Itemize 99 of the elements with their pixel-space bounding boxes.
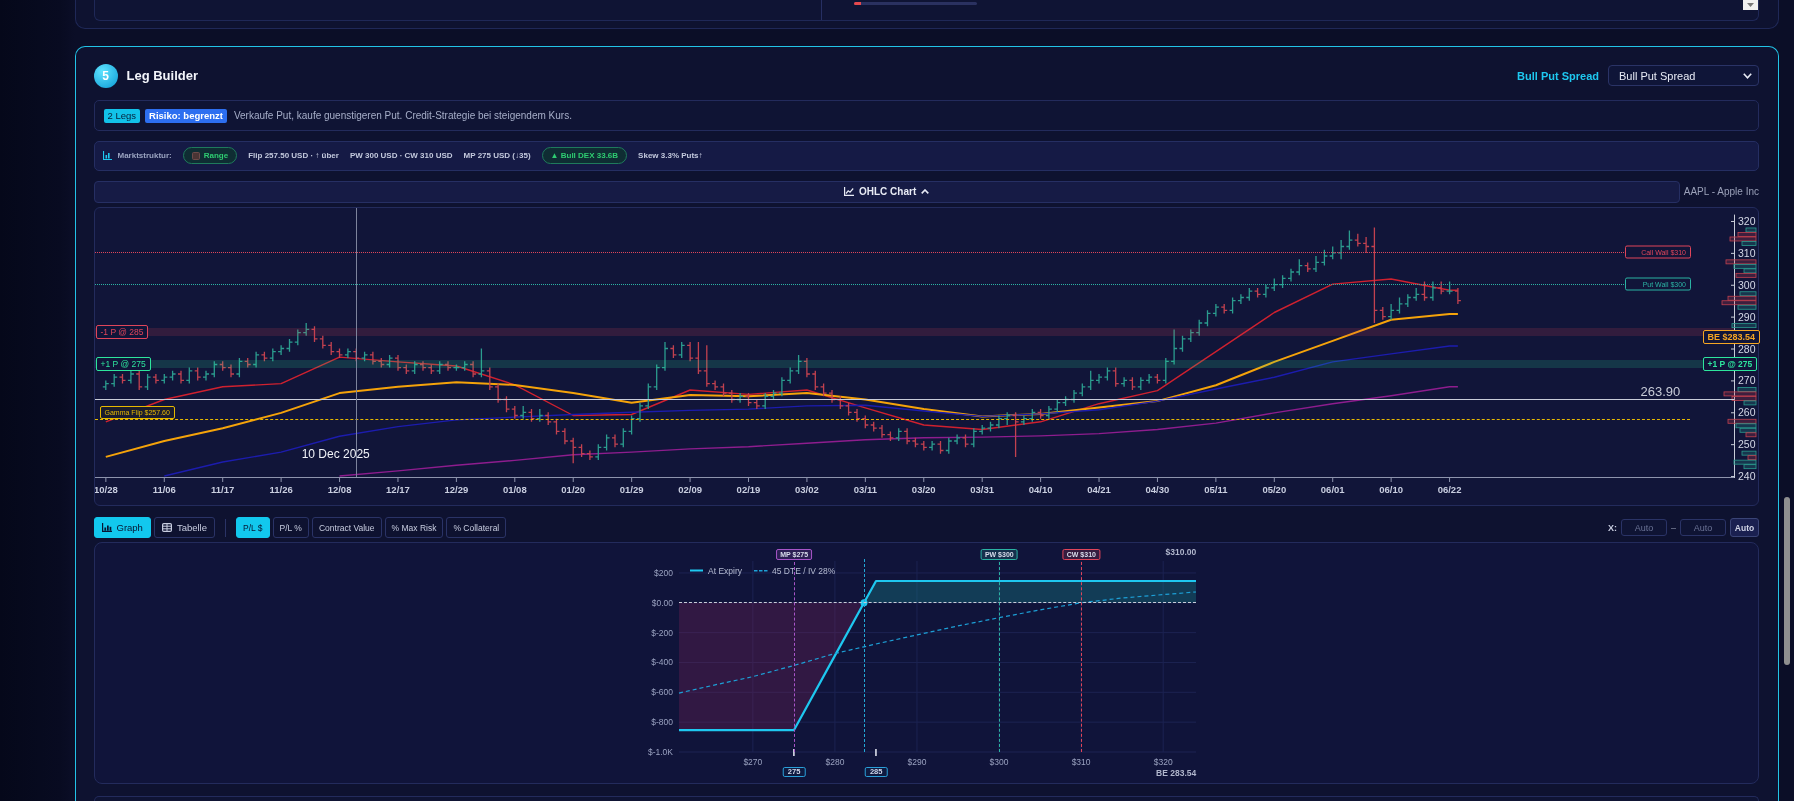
market-stat: PW 300 USD · CW 310 USD xyxy=(349,151,453,160)
y-axis-label: $-800 xyxy=(651,716,674,727)
legend-label: At Expiry xyxy=(708,565,743,575)
ohlc-chart-toggle[interactable]: OHLC Chart xyxy=(93,180,1680,203)
tick-mark-icon xyxy=(793,748,795,756)
strategy-label: Bull Put Spread xyxy=(1517,69,1599,82)
price-note: $310.00 xyxy=(1165,546,1197,557)
chevron-down-icon xyxy=(1743,72,1752,79)
legs-badge: 2 Legs xyxy=(103,108,141,123)
x-axis-label: $290 xyxy=(907,756,927,767)
x-max-field[interactable]: Auto xyxy=(1680,519,1726,536)
crosshair-date-label: 10 Dec 2025 xyxy=(301,446,370,461)
date-label: 11/26 xyxy=(269,483,293,495)
date-label: 05/11 xyxy=(1203,483,1227,495)
date-label: 05/20 xyxy=(1261,483,1286,495)
metric-tab[interactable]: % Collateral xyxy=(446,517,507,538)
metric-tab[interactable]: % Max Risk xyxy=(384,517,444,538)
strategy-select[interactable]: Bull Put Spread xyxy=(1608,65,1759,86)
range-separator: – xyxy=(1671,522,1676,533)
price-label: 280 xyxy=(1737,342,1756,354)
price-label: 240 xyxy=(1737,469,1756,482)
x-axis-label: $320 xyxy=(1153,756,1173,767)
square-icon xyxy=(191,151,200,160)
breakeven-dot-icon xyxy=(860,598,868,606)
date-label: 02/19 xyxy=(736,483,760,495)
risk-badge: Risiko: begrenzt xyxy=(145,108,227,123)
price-label: 300 xyxy=(1737,278,1756,291)
legend-dash-icon xyxy=(754,569,768,571)
date-label: 04/10 xyxy=(1028,483,1052,495)
x-axis-label: $310 xyxy=(1071,756,1091,767)
view-tab[interactable]: Graph xyxy=(93,517,151,538)
position-label: +1 P @ 275 xyxy=(95,356,151,371)
y-axis-label: $-200 xyxy=(651,627,674,638)
date-label: 12/08 xyxy=(327,483,351,495)
last-price-label: 263.90 xyxy=(1640,384,1681,400)
bar-chart-icon xyxy=(102,151,112,160)
date-label: 03/11 xyxy=(853,483,877,495)
x-axis-label: $270 xyxy=(743,756,763,767)
date-label: 04/30 xyxy=(1145,483,1169,495)
legend-label: 45 DTE / IV 28% xyxy=(772,565,836,575)
metric-tab[interactable]: P/L % xyxy=(272,517,309,538)
breakeven-tag: BE $283.54 xyxy=(1702,329,1761,344)
legend-line-icon xyxy=(690,569,704,571)
date-label: 01/20 xyxy=(560,483,585,495)
date-label: 06/10 xyxy=(1378,483,1403,495)
date-label: 03/31 xyxy=(969,483,994,495)
date-label: 12/17 xyxy=(385,483,410,495)
price-label: 290 xyxy=(1737,310,1756,323)
date-label: 06/01 xyxy=(1320,483,1345,495)
auto-button[interactable]: Auto xyxy=(1730,518,1759,537)
breakeven-label: BE 283.54 xyxy=(1156,767,1197,778)
step-number-badge: 5 xyxy=(93,63,118,88)
price-label: 250 xyxy=(1737,437,1756,450)
date-label: 01/08 xyxy=(502,483,527,495)
metric-tab[interactable]: P/L $ xyxy=(236,517,270,538)
caret-down-icon xyxy=(1747,3,1754,7)
date-label: 03/20 xyxy=(911,483,936,495)
y-axis-label: $200 xyxy=(654,567,674,578)
market-structure-label: Marktstruktur: xyxy=(117,151,172,160)
y-axis-label: $-600 xyxy=(651,686,674,697)
x-axis-label: $280 xyxy=(825,756,845,767)
price-label: 320 xyxy=(1737,214,1756,227)
scroll-down-button[interactable] xyxy=(1743,0,1758,10)
symbol-label: AAPL - Apple Inc xyxy=(1683,186,1759,197)
y-axis-label: $-1.0K xyxy=(648,746,674,757)
date-label: 10/28 xyxy=(94,483,118,495)
position-label: -1 P @ 285 xyxy=(95,325,149,340)
metric-tab[interactable]: Contract Value xyxy=(311,517,382,538)
section-title: Leg Builder xyxy=(126,68,198,83)
market-stat: MP 275 USD (↓35) xyxy=(463,151,531,160)
strategy-description: Verkaufe Put, kaufe guenstigeren Put. Credit-Strategie bei steigendem Kurs. xyxy=(233,110,572,121)
date-label: 02/09 xyxy=(677,483,702,495)
date-label: 11/17 xyxy=(210,483,234,495)
price-label: 260 xyxy=(1737,405,1756,418)
tick-mark-icon xyxy=(875,748,877,756)
volume-profile-bar xyxy=(1731,322,1756,328)
price-label: 310 xyxy=(1737,246,1756,259)
x-axis-label: $300 xyxy=(989,756,1009,767)
x-range-label: X: xyxy=(1608,522,1617,533)
price-label: 270 xyxy=(1737,373,1756,386)
line-chart-icon xyxy=(844,187,854,196)
bar-chart-icon xyxy=(101,523,112,532)
position-tag: +1 P @ 275 xyxy=(1702,356,1758,371)
view-tab[interactable]: Tabelle xyxy=(153,517,215,538)
signal-pill: ▲ Bull DEX 33.6B xyxy=(541,147,628,164)
date-label: 11/06 xyxy=(152,483,176,495)
date-label: 03/02 xyxy=(794,483,819,495)
date-label: 01/29 xyxy=(619,483,644,495)
date-label: 12/29 xyxy=(444,483,468,495)
y-axis-label: $-400 xyxy=(651,656,674,667)
market-stat: Flip 257.50 USD · ↑ über xyxy=(248,151,339,160)
date-label: 06/22 xyxy=(1437,483,1461,495)
scrollbar-thumb[interactable] xyxy=(1784,497,1790,665)
table-icon xyxy=(161,523,172,532)
regime-label: Range xyxy=(203,151,229,160)
y-axis-label: $0.00 xyxy=(651,597,674,608)
market-stat: Skew 3.3% Puts↑ xyxy=(638,151,703,160)
x-min-field[interactable]: Auto xyxy=(1621,519,1667,536)
date-label: 04/21 xyxy=(1086,483,1111,495)
